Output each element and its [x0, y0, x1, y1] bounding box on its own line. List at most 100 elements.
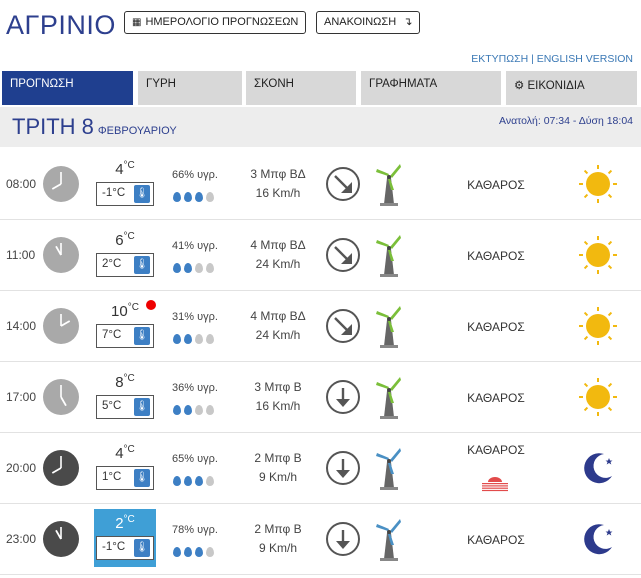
drop-icon — [184, 547, 192, 557]
humidity-drops — [173, 544, 217, 562]
humidity-drops — [173, 331, 217, 349]
print-link[interactable]: ΕΚΤΥΠΩΣΗ — [471, 53, 528, 65]
tab-charts[interactable]: ΓΡΑΦΗΜΑΤΑ — [361, 71, 501, 105]
clock-icon — [43, 166, 79, 202]
day-header: ΤΡΙΤΗ 8 ΦΕΒΡΟΥΑΡΙΟΥ Ανατολή: 07:34 - Δύση… — [0, 107, 641, 147]
drop-icon — [206, 547, 214, 557]
feels-like-value: 5°C — [102, 400, 122, 412]
thermometer-person-icon: 🌡 — [134, 256, 150, 274]
wind-speed: 16 Km/h — [255, 186, 301, 200]
forecast-row: 14:00 10°C 7°C 🌡 31% υγρ. 4 Μπφ ΒΔ 24 Km/h ΚΑΘΑ… — [0, 292, 641, 362]
humidity-value: 78% υγρ. — [172, 524, 218, 536]
drop-icon — [195, 263, 203, 273]
drop-icon — [206, 476, 214, 486]
tab-icons[interactable]: ⚙ ΕΙΚΟΝΙΔΙΑ — [506, 71, 637, 105]
gear-icon: ⚙ — [514, 80, 525, 92]
wind-direction-arrow-icon — [325, 237, 361, 273]
temperature-block: 4°C 1°C 🌡 — [96, 434, 154, 504]
humidity-value: 31% υγρ. — [172, 311, 218, 323]
temperature-unit: °C — [123, 373, 135, 384]
wind-info: 4 Μπφ ΒΔ 24 Km/h — [236, 292, 320, 362]
wind-direction-arrow-icon — [325, 379, 361, 415]
drop-icon — [184, 405, 192, 415]
tab-pollen[interactable]: ΓΥΡΗ — [138, 71, 242, 105]
english-version-link[interactable]: ENGLISH VERSION — [537, 53, 633, 65]
forecast-calendar-label: ΗΜΕΡΟΛΟΓΙΟ ΠΡΟΓΝΩΣΕΩΝ — [145, 16, 299, 28]
feels-like-box: 2°C 🌡 — [96, 253, 154, 277]
humidity-value: 65% υγρ. — [172, 453, 218, 465]
sun-icon — [578, 377, 618, 417]
thermometer-person-icon: 🌡 — [134, 185, 150, 203]
drop-icon — [173, 476, 181, 486]
temperature-number: 6 — [115, 232, 124, 249]
humidity-drops — [173, 402, 217, 420]
moon-icon — [578, 519, 618, 559]
wind-beaufort: 3 Μπφ ΒΔ — [250, 167, 306, 181]
wind-turbine-icon — [374, 304, 404, 348]
thermometer-person-icon: 🌡 — [134, 539, 150, 557]
drop-icon — [184, 476, 192, 486]
feels-like-value: 2°C — [102, 258, 122, 270]
wind-beaufort: 4 Μπφ ΒΔ — [250, 309, 306, 323]
drop-icon — [206, 192, 214, 202]
wind-beaufort: 2 Μπφ Β — [254, 522, 302, 536]
wind-beaufort: 2 Μπφ Β — [254, 451, 302, 465]
wind-speed: 24 Km/h — [255, 328, 301, 342]
tab-dust[interactable]: ΣΚΟΝΗ — [246, 71, 356, 105]
wind-info: 3 Μπφ ΒΔ 16 Km/h — [236, 150, 320, 220]
sky-condition: ΚΑΘΑΡΟΣ — [467, 443, 525, 457]
drop-icon — [173, 334, 181, 344]
drop-icon — [195, 192, 203, 202]
sunrise-sunset: Ανατολή: 07:34 - Δύση 18:04 — [499, 115, 633, 127]
temperature-block: 8°C 5°C 🌡 — [96, 363, 154, 433]
temperature-unit: °C — [123, 160, 135, 171]
temperature-value: 4°C — [96, 160, 154, 178]
wind-direction-arrow-icon — [325, 521, 361, 557]
announcement-label: ΑΝΑΚΟΙΝΩΣΗ — [324, 16, 397, 28]
temperature-value: 4°C — [96, 444, 154, 462]
tab-forecast-label: ΠΡΟΓΝΩΣΗ — [10, 78, 74, 90]
drop-icon — [173, 263, 181, 273]
wind-info: 3 Μπφ Β 16 Km/h — [236, 363, 320, 433]
feels-like-box: -1°C 🌡 — [96, 182, 154, 206]
forecast-calendar-button[interactable]: ▦ ΗΜΕΡΟΛΟΓΙΟ ΠΡΟΓΝΩΣΕΩΝ — [124, 11, 307, 34]
tab-forecast[interactable]: ΠΡΟΓΝΩΣΗ — [2, 71, 133, 105]
humidity-value: 36% υγρ. — [172, 382, 218, 394]
feels-like-box: -1°C 🌡 — [96, 536, 154, 560]
row-time: 14:00 — [6, 319, 37, 333]
wind-speed: 24 Km/h — [255, 257, 301, 271]
top-links: ΕΚΤΥΠΩΣΗ | ENGLISH VERSION — [471, 53, 633, 65]
drop-icon — [184, 263, 192, 273]
sun-icon — [578, 235, 618, 275]
wind-info: 2 Μπφ Β 9 Km/h — [236, 434, 320, 504]
temperature-number: 2 — [115, 515, 124, 532]
drop-icon — [195, 547, 203, 557]
announcement-button[interactable]: ΑΝΑΚΟΙΝΩΣΗ ↴ — [316, 11, 421, 34]
temperature-value: 8°C — [96, 373, 154, 391]
clock-icon — [43, 308, 79, 344]
wind-turbine-icon — [374, 233, 404, 277]
arrow-down-icon: ↴ — [403, 16, 413, 28]
temperature-block: 4°C -1°C 🌡 — [96, 150, 154, 220]
feels-like-value: -1°C — [102, 187, 126, 199]
clock-icon — [43, 450, 79, 486]
forecast-row: 08:00 4°C -1°C 🌡 66% υγρ. 3 Μπφ ΒΔ 16 Km/h ΚΑΘΑ… — [0, 150, 641, 220]
drop-icon — [206, 263, 214, 273]
temperature-value: 6°C — [96, 231, 154, 249]
wind-direction-arrow-icon — [325, 308, 361, 344]
drop-icon — [173, 192, 181, 202]
feels-like-value: -1°C — [102, 541, 126, 553]
day-title: ΤΡΙΤΗ 8 ΦΕΒΡΟΥΑΡΙΟΥ — [12, 114, 177, 140]
forecast-row: 20:00 4°C 1°C 🌡 65% υγρ. 2 Μπφ Β 9 Km/h ΚΑΘΑΡΟΣ — [0, 434, 641, 504]
sky-condition: ΚΑΘΑΡΟΣ — [467, 178, 525, 192]
forecast-row: 23:00 2°C -1°C 🌡 78% υγρ. 2 Μπφ Β 9 Km/h ΚΑΘΑΡΟ… — [0, 505, 641, 575]
day-name: ΤΡΙΤΗ 8 — [12, 114, 94, 139]
drop-icon — [195, 405, 203, 415]
humidity-drops — [173, 260, 217, 278]
temperature-unit: °C — [123, 231, 135, 242]
row-time: 23:00 — [6, 532, 37, 546]
sun-icon — [578, 306, 618, 346]
wind-info: 4 Μπφ ΒΔ 24 Km/h — [236, 221, 320, 291]
wind-beaufort: 4 Μπφ ΒΔ — [250, 238, 306, 252]
temperature-number: 8 — [115, 374, 124, 391]
